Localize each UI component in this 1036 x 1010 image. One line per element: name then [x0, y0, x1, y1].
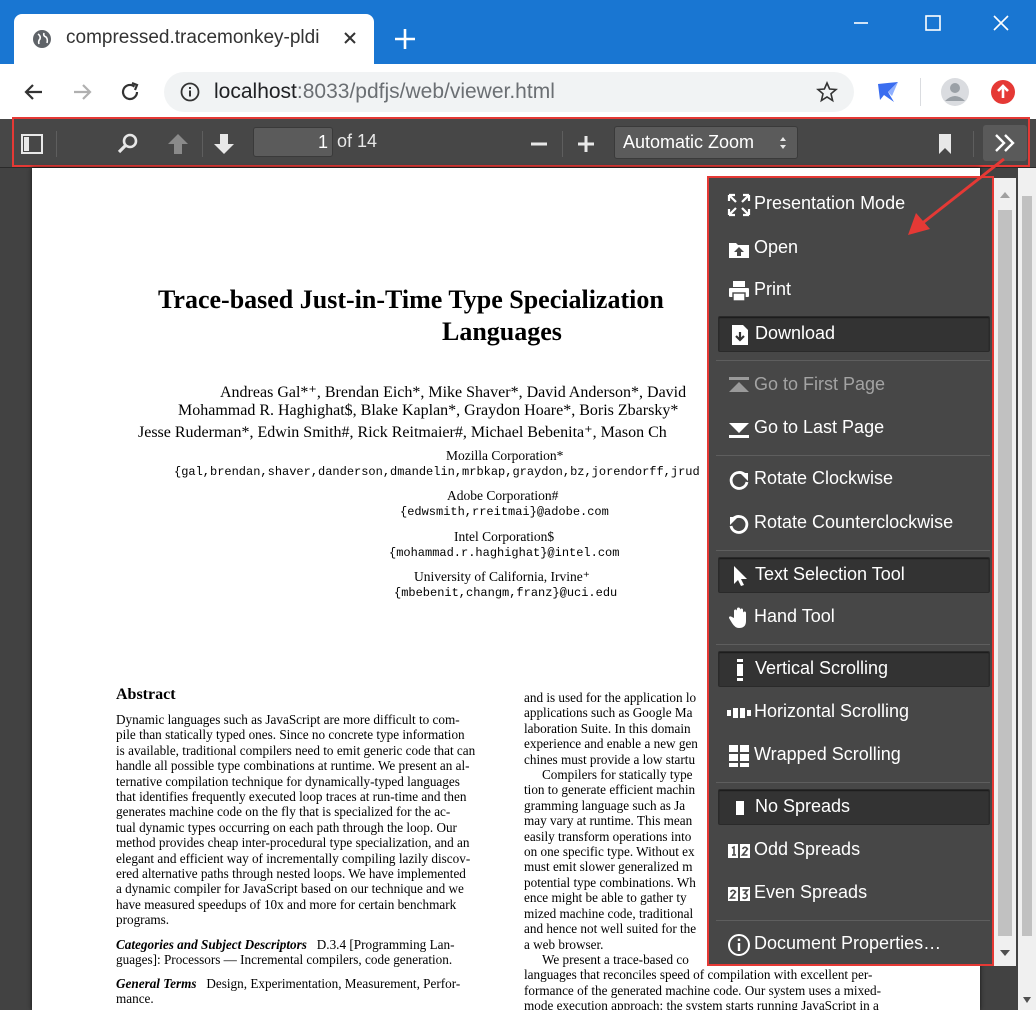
affiliation-email: {gal,brendan,shaver,danderson,dmandelin,…: [174, 465, 700, 479]
affiliation-org: Adobe Corporation#: [447, 488, 559, 503]
affiliation-email: {edwsmith,rreitmai}@adobe.com: [400, 505, 609, 519]
categories-line-2: guages]: Processors — Incremental compil…: [116, 952, 453, 967]
paper-text-line: have measured speedups of 10x and more f…: [116, 896, 457, 912]
menu-scrollbar-thumb[interactable]: [998, 210, 1012, 936]
paper-text-line: elegant and efficient way of incremental…: [116, 850, 471, 866]
maximize-icon[interactable]: [922, 12, 944, 34]
author-line: Andreas Gal*⁺, Brendan Eich*, Mike Shave…: [220, 384, 687, 401]
toolbar-annotation-box: [12, 117, 1030, 167]
bookmark-star-icon[interactable]: [816, 81, 838, 103]
categories-text: D.3.4 [Programming Lan-: [316, 937, 455, 952]
paper-text-line: a dynamic compiler for JavaScript based …: [116, 881, 464, 897]
address-bar: localhost:8033/pdfjs/web/viewer.html: [0, 64, 1036, 119]
paper-text-line: pile than statically typed ones. Since n…: [116, 727, 465, 743]
abstract-text: Dynamic languages such as JavaScript are…: [116, 712, 488, 928]
annotation-arrow-icon: [908, 157, 1005, 235]
paper-text-line: mode execution approach: the system star…: [524, 998, 879, 1010]
affiliation-email: {mohammad.r.haghighat}@intel.com: [389, 546, 620, 560]
menu-annotation-box: [707, 176, 994, 966]
paper-title-line1: Trace-based Just-in-Time Type Specializa…: [158, 285, 664, 314]
browser-tab[interactable]: compressed.tracemonkey-pldi: [14, 14, 374, 64]
paper-text-line: that identifies frequently executed loop…: [116, 789, 467, 805]
forward-icon[interactable]: [70, 80, 94, 104]
update-icon[interactable]: [990, 79, 1016, 105]
globe-icon: [33, 30, 51, 48]
affiliation-org: Intel Corporation$: [454, 529, 555, 544]
paper-title-line2: Languages: [442, 317, 562, 346]
close-tab-icon[interactable]: [340, 28, 360, 48]
categories-line: Categories and Subject Descriptors D.3.4…: [116, 937, 454, 953]
new-tab-icon[interactable]: [392, 26, 418, 52]
general-terms-text: Design, Experimentation, Measurement, Pe…: [206, 976, 461, 991]
reload-icon[interactable]: [118, 80, 142, 104]
info-icon[interactable]: [180, 82, 200, 102]
categories-label: Categories and Subject Descriptors: [116, 937, 307, 952]
paper-text-line: languages that reconciles speed of compi…: [524, 967, 873, 983]
abstract-heading: Abstract: [116, 686, 176, 703]
general-terms-line-2: mance.: [116, 991, 154, 1006]
browser-window: compressed.tracemonkey-pldi localhost:80…: [0, 0, 1036, 1010]
affiliation-org: Mozilla Corporation*: [446, 448, 564, 463]
paper-text-line: formance of the generated machine code. …: [524, 982, 882, 998]
url-text: localhost:8033/pdfjs/web/viewer.html: [214, 80, 555, 104]
general-terms-line: General Terms Design, Experimentation, M…: [116, 976, 460, 992]
author-line: Jesse Ruderman*, Edwin Smith#, Rick Reit…: [138, 424, 667, 441]
title-bar: compressed.tracemonkey-pldi: [0, 0, 1036, 64]
extension-icon[interactable]: [874, 78, 902, 106]
paper-text-line: method provides cheap inter-procedural t…: [116, 835, 470, 851]
affiliation-email: {mbebenit,changm,franz}@uci.edu: [394, 586, 618, 600]
document-scroll-down-icon[interactable]: [1022, 996, 1032, 1004]
tab-title: compressed.tracemonkey-pldi: [66, 27, 320, 48]
paper-text-line: generates machine code on the fly that i…: [116, 804, 451, 820]
toolbar-divider: [920, 78, 921, 106]
profile-avatar-icon[interactable]: [940, 77, 970, 107]
paper-text-line: programs.: [116, 912, 170, 928]
general-terms-label: General Terms: [116, 976, 197, 991]
author-line: Mohammad R. Haghighat$, Blake Kaplan*, G…: [178, 402, 679, 419]
document-scrollbar-thumb[interactable]: [1022, 196, 1032, 936]
url-path: :8033/pdfjs/web/viewer.html: [296, 80, 555, 103]
paper-text-line: tual dynamic types occurring on each pat…: [116, 819, 457, 835]
paper-text-line: ternative compilation technique for dyna…: [116, 773, 460, 789]
scroll-down-arrow-icon[interactable]: [998, 948, 1012, 958]
back-icon[interactable]: [22, 80, 46, 104]
paper-text-line: is available, traditional compilers need…: [116, 742, 476, 758]
affiliation-org: University of California, Irvine⁺: [414, 569, 590, 584]
paper-text-line: Dynamic languages such as JavaScript are…: [116, 712, 460, 727]
url-host: localhost: [214, 80, 297, 103]
close-window-icon[interactable]: [990, 12, 1012, 34]
paper-text-line: handle all possible type combinations at…: [116, 758, 470, 774]
paper-text-line: ered alternative paths through nested lo…: [116, 866, 466, 882]
url-field[interactable]: localhost:8033/pdfjs/web/viewer.html: [164, 72, 854, 112]
minimize-icon[interactable]: [850, 12, 872, 34]
